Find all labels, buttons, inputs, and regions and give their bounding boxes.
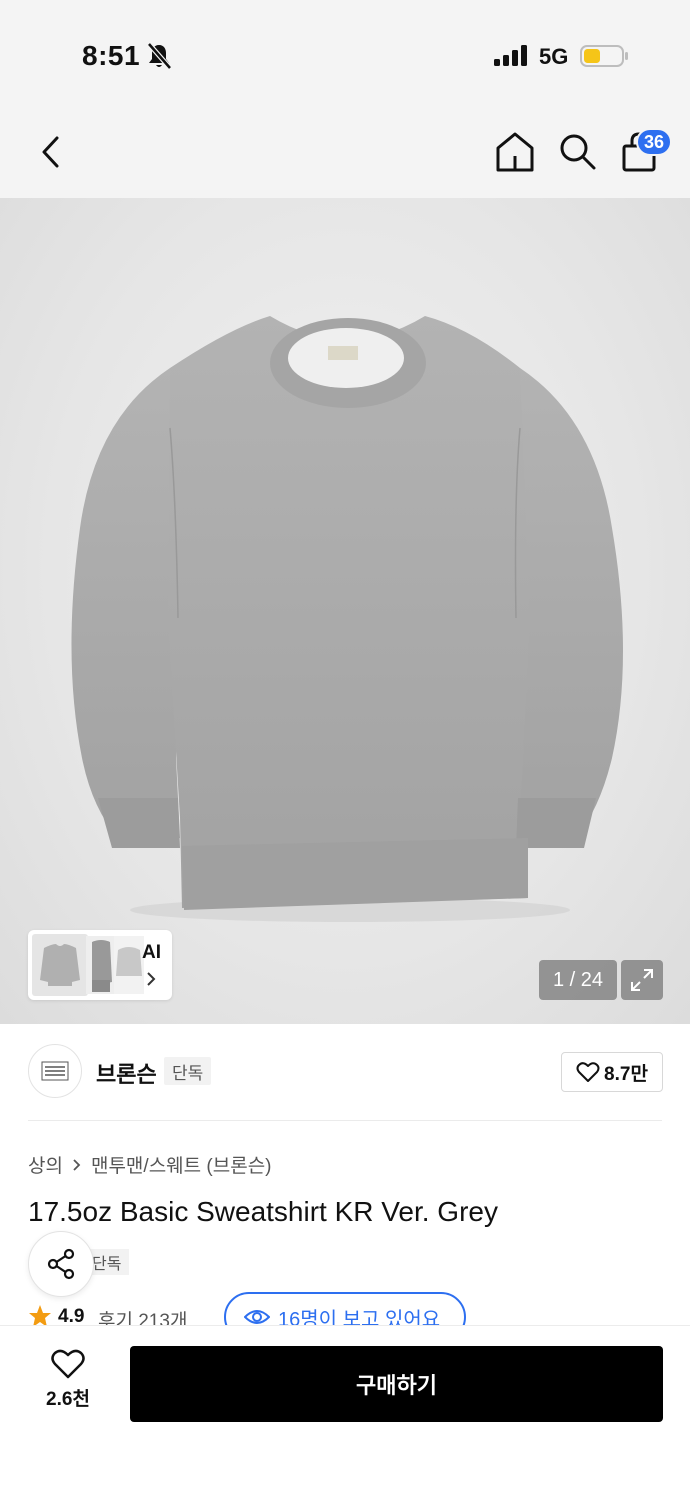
rating-row: 4.9 후기 213개 16명이 보고 있어요: [28, 1292, 668, 1326]
ai-thumbnail-side: [86, 936, 116, 994]
brand-like-button[interactable]: 8.7만: [561, 1052, 663, 1092]
image-counter: 1 / 24: [539, 960, 617, 1000]
brand-logo[interactable]: [28, 1044, 82, 1098]
product-image[interactable]: [0, 198, 690, 1024]
bottom-action-bar: 2.6천 구매하기: [0, 1325, 690, 1500]
brand-name[interactable]: 브론슨: [96, 1057, 157, 1089]
ai-label: AI: [142, 942, 161, 963]
breadcrumb-subcategory[interactable]: 맨투맨/스웨트 (브론슨): [91, 1151, 272, 1178]
heart-icon: [576, 1062, 600, 1082]
sweatshirt-thumbnail: [40, 944, 80, 986]
ai-try-on-card[interactable]: AI: [28, 930, 172, 1000]
chevron-right-icon: [147, 972, 156, 986]
search-button[interactable]: [556, 130, 598, 174]
product-rating: 4.9: [58, 1306, 85, 1326]
share-button[interactable]: [28, 1231, 94, 1297]
battery-icon: [580, 45, 628, 67]
bell-off-icon: [147, 42, 172, 70]
expand-icon: [631, 969, 653, 991]
expand-image-button[interactable]: [621, 960, 663, 1000]
divider: [28, 1120, 662, 1121]
chevron-left-icon: [42, 136, 59, 168]
viewers-pill: 16명이 보고 있어요: [224, 1292, 466, 1326]
ai-thumbnail-front: [32, 934, 88, 996]
signal-icon: [494, 45, 527, 66]
cart-count-badge: 36: [636, 128, 673, 156]
chevron-right-icon: [73, 1158, 81, 1171]
share-icon: [47, 1248, 75, 1280]
back-button[interactable]: [30, 130, 70, 174]
sweatshirt-side-thumbnail: [92, 940, 112, 992]
network-label: 5G: [539, 44, 569, 69]
breadcrumb: 상의 맨투맨/스웨트 (브론슨): [28, 1151, 272, 1178]
home-button[interactable]: [494, 130, 536, 174]
review-count[interactable]: 후기 213개: [98, 1306, 187, 1326]
heart-icon: [51, 1349, 85, 1379]
status-time: 8:51: [82, 40, 141, 71]
wishlist-button[interactable]: 2.6천: [30, 1348, 106, 1422]
product-title: 17.5oz Basic Sweatshirt KR Ver. Grey: [28, 1196, 498, 1227]
brand-like-count: 8.7만: [604, 1063, 648, 1085]
star-icon: [29, 1305, 51, 1326]
sweatshirt-back-thumbnail: [116, 947, 142, 976]
eye-icon: [244, 1310, 270, 1324]
brand-logo-icon: [41, 1061, 69, 1081]
buy-button[interactable]: 구매하기: [130, 1346, 663, 1422]
breadcrumb-category[interactable]: 상의: [28, 1151, 63, 1178]
header-bar: [0, 112, 690, 198]
home-icon: [496, 132, 534, 172]
viewers-text: 16명이 보고 있어요: [278, 1308, 441, 1327]
status-bar: 8:51 5G: [0, 0, 690, 112]
ai-thumbnail-back: [114, 936, 144, 994]
sweatshirt-image: [71, 316, 623, 922]
search-icon: [560, 134, 596, 170]
brand-row: 브론슨 단독 8.7만: [0, 1024, 690, 1122]
brand-exclusive-tag: 단독: [164, 1057, 212, 1085]
wishlist-count: 2.6천: [46, 1389, 90, 1410]
